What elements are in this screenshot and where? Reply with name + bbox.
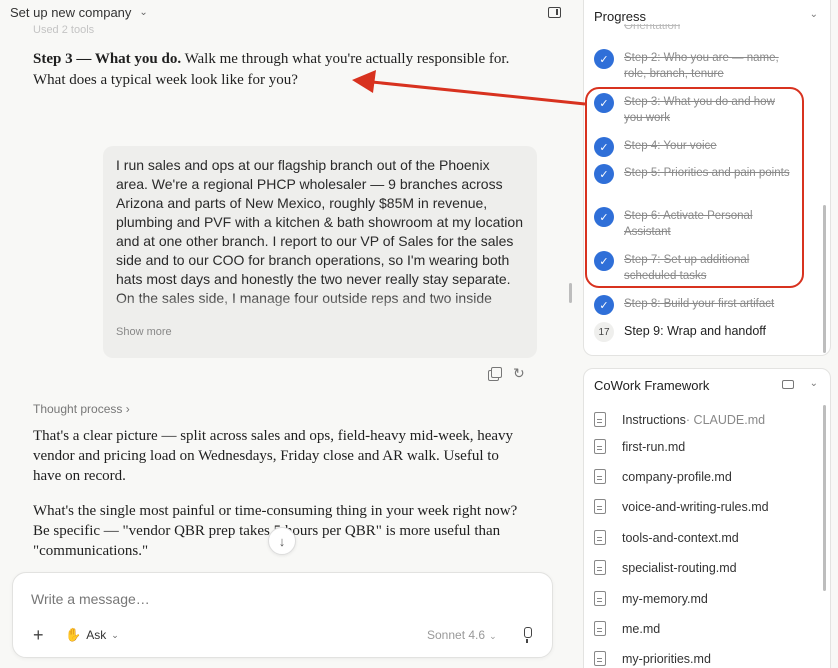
file-icon — [594, 439, 606, 454]
chat-scrollbar[interactable] — [569, 283, 572, 303]
progress-scrollbar[interactable] — [823, 205, 826, 353]
file-icon — [594, 591, 606, 606]
file-item-instructions[interactable]: Instructions · CLAUDE.md — [594, 412, 765, 427]
model-selector[interactable]: Sonnet 4.6 ⌄ — [427, 628, 497, 642]
sidebar-toggle-icon[interactable] — [548, 7, 561, 18]
show-more-link[interactable]: Show more — [116, 326, 172, 338]
progress-step-9: 17 Step 9: Wrap and handoff — [594, 322, 794, 342]
scroll-to-bottom-button[interactable]: ↓ — [268, 527, 296, 555]
file-item[interactable]: company-profile.md — [594, 469, 732, 484]
file-icon — [594, 560, 606, 575]
mode-label: Ask — [86, 628, 107, 642]
file-icon — [594, 412, 606, 427]
progress-title: Progress — [594, 9, 647, 24]
file-icon — [594, 651, 606, 666]
file-item[interactable]: my-priorities.md — [594, 651, 711, 666]
user-message-text: I run sales and ops at our flagship bran… — [116, 156, 524, 321]
conversation-title: Set up new company — [10, 5, 132, 20]
message-input[interactable] — [31, 591, 511, 607]
progress-step-2: ✓ Step 2: Who you are — name, role, bran… — [594, 49, 794, 82]
files-panel-title: CoWork Framework — [594, 378, 710, 393]
step-heading: Step 3 — What you do. — [33, 51, 182, 67]
model-label: Sonnet 4.6 — [427, 628, 486, 642]
folder-icon[interactable] — [782, 380, 794, 389]
check-icon: ✓ — [594, 49, 614, 69]
assistant-reply-summary: That's a clear picture — split across sa… — [33, 428, 514, 484]
file-icon — [594, 621, 606, 636]
file-icon — [594, 469, 606, 484]
file-item[interactable]: me.md — [594, 621, 660, 636]
cowork-framework-panel: CoWork Framework ⌄ Instructions · CLAUDE… — [583, 368, 831, 668]
copy-icon[interactable] — [488, 367, 502, 381]
message-actions: ↻ — [488, 366, 525, 381]
arrow-down-icon: ↓ — [278, 533, 286, 549]
message-composer: + ✋ Ask ⌄ Sonnet 4.6⌄ — [12, 572, 553, 658]
assistant-message-step3: Step 3 — What you do. Walk me through wh… — [33, 49, 523, 91]
file-item[interactable]: voice-and-writing-rules.md — [594, 499, 769, 514]
retry-icon[interactable]: ↻ — [513, 366, 525, 380]
progress-step-8: ✓ Step 8: Build your first artifact — [594, 295, 794, 315]
files-scrollbar[interactable] — [823, 405, 826, 591]
add-attachment-button[interactable]: + — [33, 626, 44, 644]
annotation-highlight-box — [585, 87, 804, 288]
user-message-bubble: I run sales and ops at our flagship bran… — [103, 146, 537, 358]
chevron-down-icon: ⌄ — [111, 629, 119, 640]
collapse-chevron-icon[interactable]: ⌄ — [810, 378, 818, 389]
file-item[interactable]: tools-and-context.md — [594, 530, 739, 545]
hand-icon: ✋ — [65, 627, 82, 642]
mode-selector[interactable]: ✋ Ask ⌄ — [65, 627, 119, 643]
chevron-down-icon: ⌄ — [489, 631, 497, 641]
file-icon — [594, 530, 606, 545]
thought-process-toggle[interactable]: Thought process › — [33, 402, 130, 416]
chevron-down-icon: ⌄ — [139, 7, 148, 18]
file-item[interactable]: my-memory.md — [594, 591, 708, 606]
check-icon: ✓ — [594, 295, 614, 315]
tools-used-label: Used 2 tools — [33, 24, 95, 36]
conversation-title-menu[interactable]: Set up new company ⌄ — [10, 5, 148, 20]
collapse-chevron-icon[interactable]: ⌄ — [810, 9, 818, 20]
step-orientation-label: Orientation — [624, 24, 681, 32]
thought-process-label: Thought process — [33, 402, 123, 416]
chevron-right-icon: › — [125, 402, 130, 416]
file-item[interactable]: specialist-routing.md — [594, 560, 737, 575]
step-number-badge: 17 — [594, 322, 614, 342]
file-icon — [594, 499, 606, 514]
chat-panel: Set up new company ⌄ Used 2 tools Step 3… — [0, 0, 572, 668]
microphone-icon[interactable] — [521, 627, 533, 643]
file-item[interactable]: first-run.md — [594, 439, 685, 454]
